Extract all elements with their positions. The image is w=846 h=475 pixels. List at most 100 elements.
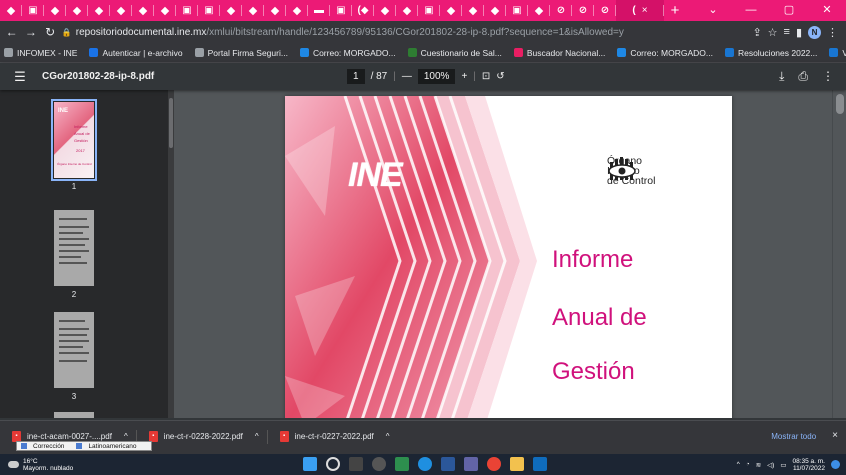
bookmark-item[interactable]: Portal Firma Seguri... [194,48,288,58]
teams-icon[interactable] [464,457,478,471]
tab-close-icon[interactable]: × [642,5,648,16]
tab-item[interactable]: ▣ [176,0,198,21]
tab-strip: ▣ ▣ ▣ ▬ ▣ (◆ ▣ ▣ ⊘ ⊘ ⊘ (× + ⌄ — ▢ ✕ [0,0,846,21]
new-tab-button[interactable]: + [664,0,686,21]
windows-start-icon[interactable] [303,457,317,471]
bookmark-item[interactable]: Correo: MORGADO... [617,48,713,58]
close-shelf-button[interactable]: × [832,430,838,441]
scrollbar-thumb[interactable] [836,94,844,114]
tab-item[interactable]: (◆ [352,0,374,21]
network-icon[interactable]: ◔ [746,461,750,468]
zoom-input[interactable]: 100% [417,69,456,84]
download-item[interactable]: ▪ ine-ct-r-0227-2022.pdf ^ [279,430,390,442]
hamburger-menu-icon[interactable]: ☰ [12,69,28,85]
minimize-button[interactable]: — [732,0,770,21]
thumbnail-page-2[interactable]: 2 [54,210,94,299]
tooltip-item[interactable]: Corrección [17,443,72,450]
rotate-icon[interactable]: ↺ [496,71,504,82]
thumbnail-page-1[interactable]: INE Informe Anual de Gestión 2017 Órgano… [51,99,97,191]
download-icon[interactable]: ⤓ [779,69,784,84]
tab-active[interactable]: (× [616,0,664,21]
tab-item[interactable] [374,0,396,21]
zoom-out-button[interactable]: — [402,71,412,82]
viewer-scrollbar[interactable] [832,90,846,418]
tab-item[interactable]: ▣ [198,0,220,21]
bookmark-item[interactable]: Autenticar | e-archivo [89,48,183,58]
thumbnail-page-4[interactable] [54,412,94,418]
edge-icon[interactable] [418,457,432,471]
extensions-icon[interactable]: ≡ [784,26,790,38]
tab-item[interactable] [242,0,264,21]
sidepanel-icon[interactable]: ▮ [796,26,802,39]
tooltip-item[interactable]: Latinoamericano [72,443,144,450]
tab-item[interactable]: ⊘ [594,0,616,21]
tab-item[interactable] [286,0,308,21]
wifi-icon[interactable]: ≋ [756,461,761,469]
clock[interactable]: 08:35 a. m. 11/07/2022 [792,458,825,472]
tab-search-button[interactable]: ⌄ [694,0,732,21]
maximize-button[interactable]: ▢ [770,0,808,21]
page-number-input[interactable]: 1 [347,69,365,84]
forward-arrow-icon[interactable]: → [23,25,38,39]
word-icon[interactable] [441,457,455,471]
task-view-icon[interactable] [349,457,363,471]
download-menu-icon[interactable]: ^ [386,432,390,441]
outlook-icon[interactable] [533,457,547,471]
tab-item[interactable] [88,0,110,21]
fit-page-icon[interactable]: ⊡ [482,71,490,82]
more-options-icon[interactable]: ⋮ [822,69,834,84]
thumbnail-page-3[interactable]: 3 [54,312,94,401]
tab-item[interactable]: ▣ [418,0,440,21]
download-menu-icon[interactable]: ^ [255,432,259,441]
volume-icon[interactable]: ◁) [767,461,774,469]
zoom-in-button[interactable]: + [461,71,467,82]
scrollbar-thumb[interactable] [169,98,173,148]
show-all-link[interactable]: Mostrar todo [771,432,816,441]
profile-avatar[interactable]: N [808,25,822,39]
print-icon[interactable]: ⎙ [798,69,808,84]
chrome-icon[interactable] [487,457,501,471]
tab-item[interactable] [44,0,66,21]
file-explorer-icon[interactable] [510,457,524,471]
tab-item[interactable] [528,0,550,21]
tab-item[interactable]: ▣ [22,0,44,21]
tab-item[interactable] [154,0,176,21]
notification-icon[interactable] [831,460,840,469]
share-icon[interactable]: ⇪ [752,26,761,39]
tab-item[interactable] [66,0,88,21]
close-window-button[interactable]: ✕ [808,0,846,21]
url-input[interactable]: 🔒 repositoriodocumental.ine.mx/xmlui/bit… [62,24,753,41]
back-arrow-icon[interactable]: ← [4,25,19,39]
tab-item[interactable]: ⊘ [572,0,594,21]
bookmark-star-icon[interactable]: ☆ [768,26,778,39]
tab-item[interactable] [0,0,22,21]
bookmark-item[interactable]: VP y respuestas - O... [829,48,846,58]
download-item[interactable]: ▪ ine-ct-r-0228-2022.pdf ^ [148,430,259,442]
reload-icon[interactable]: ↻ [43,25,58,39]
tab-item[interactable] [396,0,418,21]
tab-item[interactable]: ▬ [308,0,330,21]
weather-widget[interactable]: 16°C Mayorm. nublado [8,458,73,472]
excel-icon[interactable] [395,457,409,471]
battery-icon[interactable]: ▭ [780,461,786,469]
bookmark-item[interactable]: INFOMEX - INE [4,48,77,58]
bookmark-item[interactable]: Cuestionario de Sal... [407,48,502,58]
tab-item[interactable] [220,0,242,21]
chat-icon[interactable] [372,457,386,471]
bookmark-item[interactable]: Correo: MORGADO... [299,48,396,58]
tab-item[interactable] [440,0,462,21]
tab-item[interactable] [264,0,286,21]
tab-item[interactable]: ⊘ [550,0,572,21]
download-menu-icon[interactable]: ^ [124,432,128,441]
tab-item[interactable] [110,0,132,21]
tray-chevron-icon[interactable]: ^ [737,461,740,468]
menu-kebab-icon[interactable]: ⋮ [827,26,838,39]
tab-item[interactable] [132,0,154,21]
tab-item[interactable]: ▣ [506,0,528,21]
bookmark-item[interactable]: Buscador Nacional... [513,48,605,58]
bookmark-item[interactable]: Resoluciones 2022... [724,48,817,58]
tab-item[interactable]: ▣ [330,0,352,21]
tab-item[interactable] [484,0,506,21]
search-icon[interactable] [326,457,340,471]
tab-item[interactable] [462,0,484,21]
